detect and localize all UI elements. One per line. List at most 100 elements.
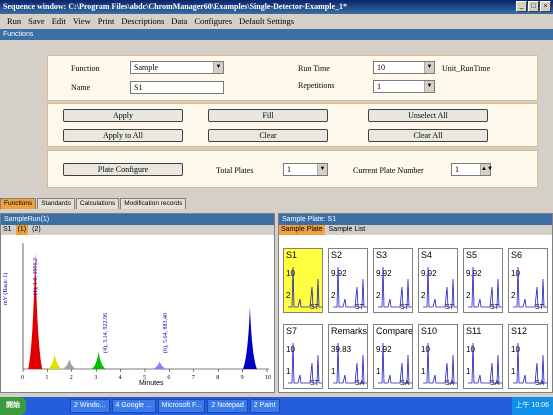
thumbnail-trace [333, 342, 367, 384]
tab-functions[interactable]: Functions [0, 198, 37, 209]
x-tick-label: 8 [216, 375, 219, 381]
x-tick-label: 7 [192, 375, 195, 381]
chromatogram-peak [242, 307, 257, 369]
total-plates-select[interactable]: 1 ▼ [283, 163, 328, 176]
sample-thumbnail[interactable]: S4 9.92 2 ST [418, 248, 458, 313]
subtab-sample-list[interactable]: Sample List [327, 225, 368, 235]
tab-modification-records[interactable]: Modification records [120, 198, 187, 209]
taskbar-item[interactable]: 4 Google ... [111, 399, 156, 413]
x-tick-label: 0 [21, 375, 24, 381]
peak-label: (6), 5.64, 883.40 [162, 313, 169, 353]
thumbnail-trace [288, 266, 322, 308]
x-tick-label: 10 [265, 375, 271, 381]
thumbnail-trace [288, 342, 322, 384]
y-axis-label: mV (Basic 1) [2, 273, 9, 305]
menu-bar: Run Save Edit View Print Descriptions Da… [0, 14, 553, 27]
run-subtabs: S1 (1) (2) [1, 225, 274, 235]
clear-all-button[interactable]: Clear All [368, 129, 488, 142]
menu-descriptions[interactable]: Descriptions [121, 16, 164, 26]
unselect-all-button[interactable]: Unselect All [368, 109, 488, 122]
menu-default-settings[interactable]: Default Settings [239, 16, 294, 26]
sample-thumbnail[interactable]: Compared9.921SA [373, 324, 413, 389]
plate-configure-button[interactable]: Plate Configure [63, 163, 183, 176]
fill-button[interactable]: Fill [208, 109, 328, 122]
thumbnail-trace [333, 266, 367, 308]
thumbnail-trace [378, 342, 412, 384]
runtime-label: Run Time [298, 64, 330, 73]
function-panel: Function Sample ▼ Name S1 Run Time 10 ▼ … [47, 55, 538, 101]
tab-calculations[interactable]: Calculations [75, 198, 120, 209]
apply-button[interactable]: Apply [63, 109, 183, 122]
title-bar: Sequence window: C:\Program Files\abdc\C… [0, 0, 553, 14]
action-panel: Apply Fill Unselect All Apply to All Cle… [47, 103, 538, 147]
current-plate-stepper[interactable]: 1 ▲▼ [451, 163, 493, 176]
runtime-value: 10 [377, 63, 385, 72]
menu-edit[interactable]: Edit [52, 16, 66, 26]
sample-thumbnail[interactable]: Remarks 39.83 1 SA [328, 324, 368, 389]
sample-thumbnail[interactable]: S10 10 1 SA [418, 324, 458, 389]
minimize-button[interactable]: _ [516, 1, 527, 12]
sample-thumbnail[interactable]: S7 10 1 ST [283, 324, 323, 389]
menu-configures[interactable]: Configures [194, 16, 232, 26]
chromatogram-peak [47, 354, 62, 369]
thumbnail-trace [378, 266, 412, 308]
start-button[interactable]: 開始 [0, 397, 26, 415]
function-label: Function [71, 64, 100, 73]
repetitions-value: 1 [377, 82, 381, 91]
menu-data[interactable]: Data [171, 16, 187, 26]
total-plates-value: 1 [287, 165, 291, 174]
runtime-select[interactable]: 10 ▼ [373, 61, 435, 74]
name-field[interactable]: S1 [130, 81, 224, 94]
tab-standards[interactable]: Standards [37, 198, 75, 209]
peak-label: (4), 3.14, 922.96 [102, 313, 109, 353]
subtab-1[interactable]: (1) [15, 225, 29, 235]
menu-view[interactable]: View [73, 16, 91, 26]
function-select[interactable]: Sample ▼ [130, 61, 224, 74]
thumbnail-trace [513, 342, 547, 384]
x-tick-label: 2 [70, 375, 73, 381]
chromatogram-peak [91, 351, 106, 369]
subtab-2[interactable]: (2) [30, 225, 43, 235]
taskbar-item[interactable]: Microsoft F... [157, 399, 206, 413]
taskbar-item[interactable]: 2 Windo... [70, 399, 110, 413]
chevron-down-icon: ▼ [424, 81, 434, 92]
chevron-down-icon: ▼ [424, 62, 434, 73]
thumbnail-trace [423, 342, 457, 384]
chevron-down-icon: ▼ [213, 62, 223, 73]
taskbar-item[interactable]: 2 Paint [249, 399, 280, 413]
sample-thumbnail[interactable]: S1 10 2 ST [283, 248, 323, 313]
sample-thumbnail[interactable]: S11 10 1 SA [463, 324, 503, 389]
sample-run-header: SampleRun(1) [1, 214, 274, 225]
chromatogram-chart[interactable]: mV (Basic 1) 0 1 2 3 4 5 6 7 8 9 10 (1), 1.0, 1956… [1, 235, 274, 392]
sample-thumbnail[interactable]: S12 10 1 SA [508, 324, 548, 389]
sample-thumbnail[interactable]: S5 9.92 2 ST [463, 248, 503, 313]
system-tray: 上午 10:06 [511, 397, 553, 415]
window-title: Sequence window: C:\Program Files\abdc\C… [3, 2, 348, 11]
current-plate-value: 1 [455, 165, 459, 174]
subtab-s1[interactable]: S1 [1, 225, 14, 235]
clear-button[interactable]: Clear [208, 129, 328, 142]
thumbnail-trace [468, 342, 502, 384]
menu-save[interactable]: Save [28, 16, 45, 26]
sample-thumbnail[interactable]: S3 9.92 2 ST [373, 248, 413, 313]
menu-print[interactable]: Print [98, 16, 115, 26]
menu-run[interactable]: Run [7, 16, 21, 26]
x-tick-label: 1 [45, 375, 48, 381]
function-value: Sample [134, 63, 158, 72]
apply-to-all-button[interactable]: Apply to All [63, 129, 183, 142]
sample-thumbnail[interactable]: S6 10 2 ST [508, 248, 548, 313]
spinner-icon[interactable]: ▲▼ [480, 164, 493, 175]
sample-thumbnail[interactable]: S2 9.92 2 ST [328, 248, 368, 313]
current-plate-label: Current Plate Number [353, 166, 424, 175]
repetitions-select[interactable]: 1 ▼ [373, 80, 435, 93]
subtab-sample-plate[interactable]: Sample Plate [279, 225, 325, 235]
total-plates-label: Total Plates [216, 166, 254, 175]
x-tick-label: 4 [119, 375, 122, 381]
thumbnail-trace [513, 266, 547, 308]
close-button[interactable]: × [540, 1, 551, 12]
taskbar-item[interactable]: 2 Notepad [207, 399, 248, 413]
maximize-button[interactable]: □ [528, 1, 539, 12]
sample-run-pane: SampleRun(1) S1 (1) (2) mV (Basic 1) 0 1 2… [0, 213, 275, 393]
plate-subtabs: Sample Plate Sample List [279, 225, 552, 235]
x-tick-label: 9 [241, 375, 244, 381]
